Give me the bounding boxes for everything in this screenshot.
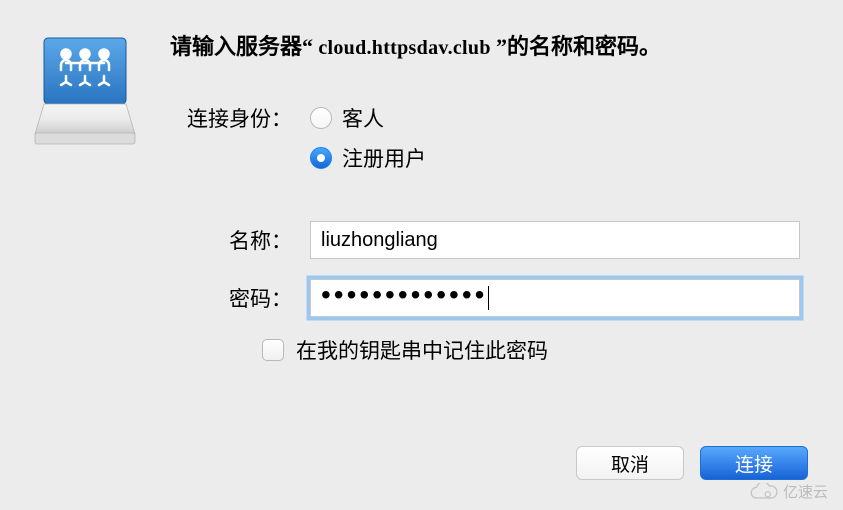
radio-registered[interactable]: 注册用户 [310, 143, 803, 173]
cloud-icon [749, 483, 779, 501]
radio-guest[interactable]: 客人 [310, 103, 803, 133]
radio-guest-label: 客人 [342, 103, 384, 133]
radio-icon [310, 107, 332, 129]
radio-registered-label: 注册用户 [342, 143, 426, 173]
remember-checkbox[interactable] [262, 339, 284, 361]
name-label: 名称： [170, 225, 310, 255]
name-input[interactable] [310, 221, 800, 259]
password-input[interactable]: ••••••••••••• [310, 279, 800, 317]
connect-button[interactable]: 连接 [700, 446, 808, 480]
radio-icon-selected [310, 147, 332, 169]
dialog-title: 请输入服务器“ cloud.httpsdav.club ”的名称和密码。 [170, 30, 803, 63]
remember-label: 在我的钥匙串中记住此密码 [296, 335, 548, 365]
text-caret [488, 286, 489, 310]
watermark: 亿速云 [749, 481, 828, 502]
cancel-button[interactable]: 取消 [576, 446, 684, 480]
network-share-icon [30, 34, 140, 149]
connect-as-label: 连接身份： [170, 103, 310, 133]
password-label: 密码： [170, 283, 310, 313]
